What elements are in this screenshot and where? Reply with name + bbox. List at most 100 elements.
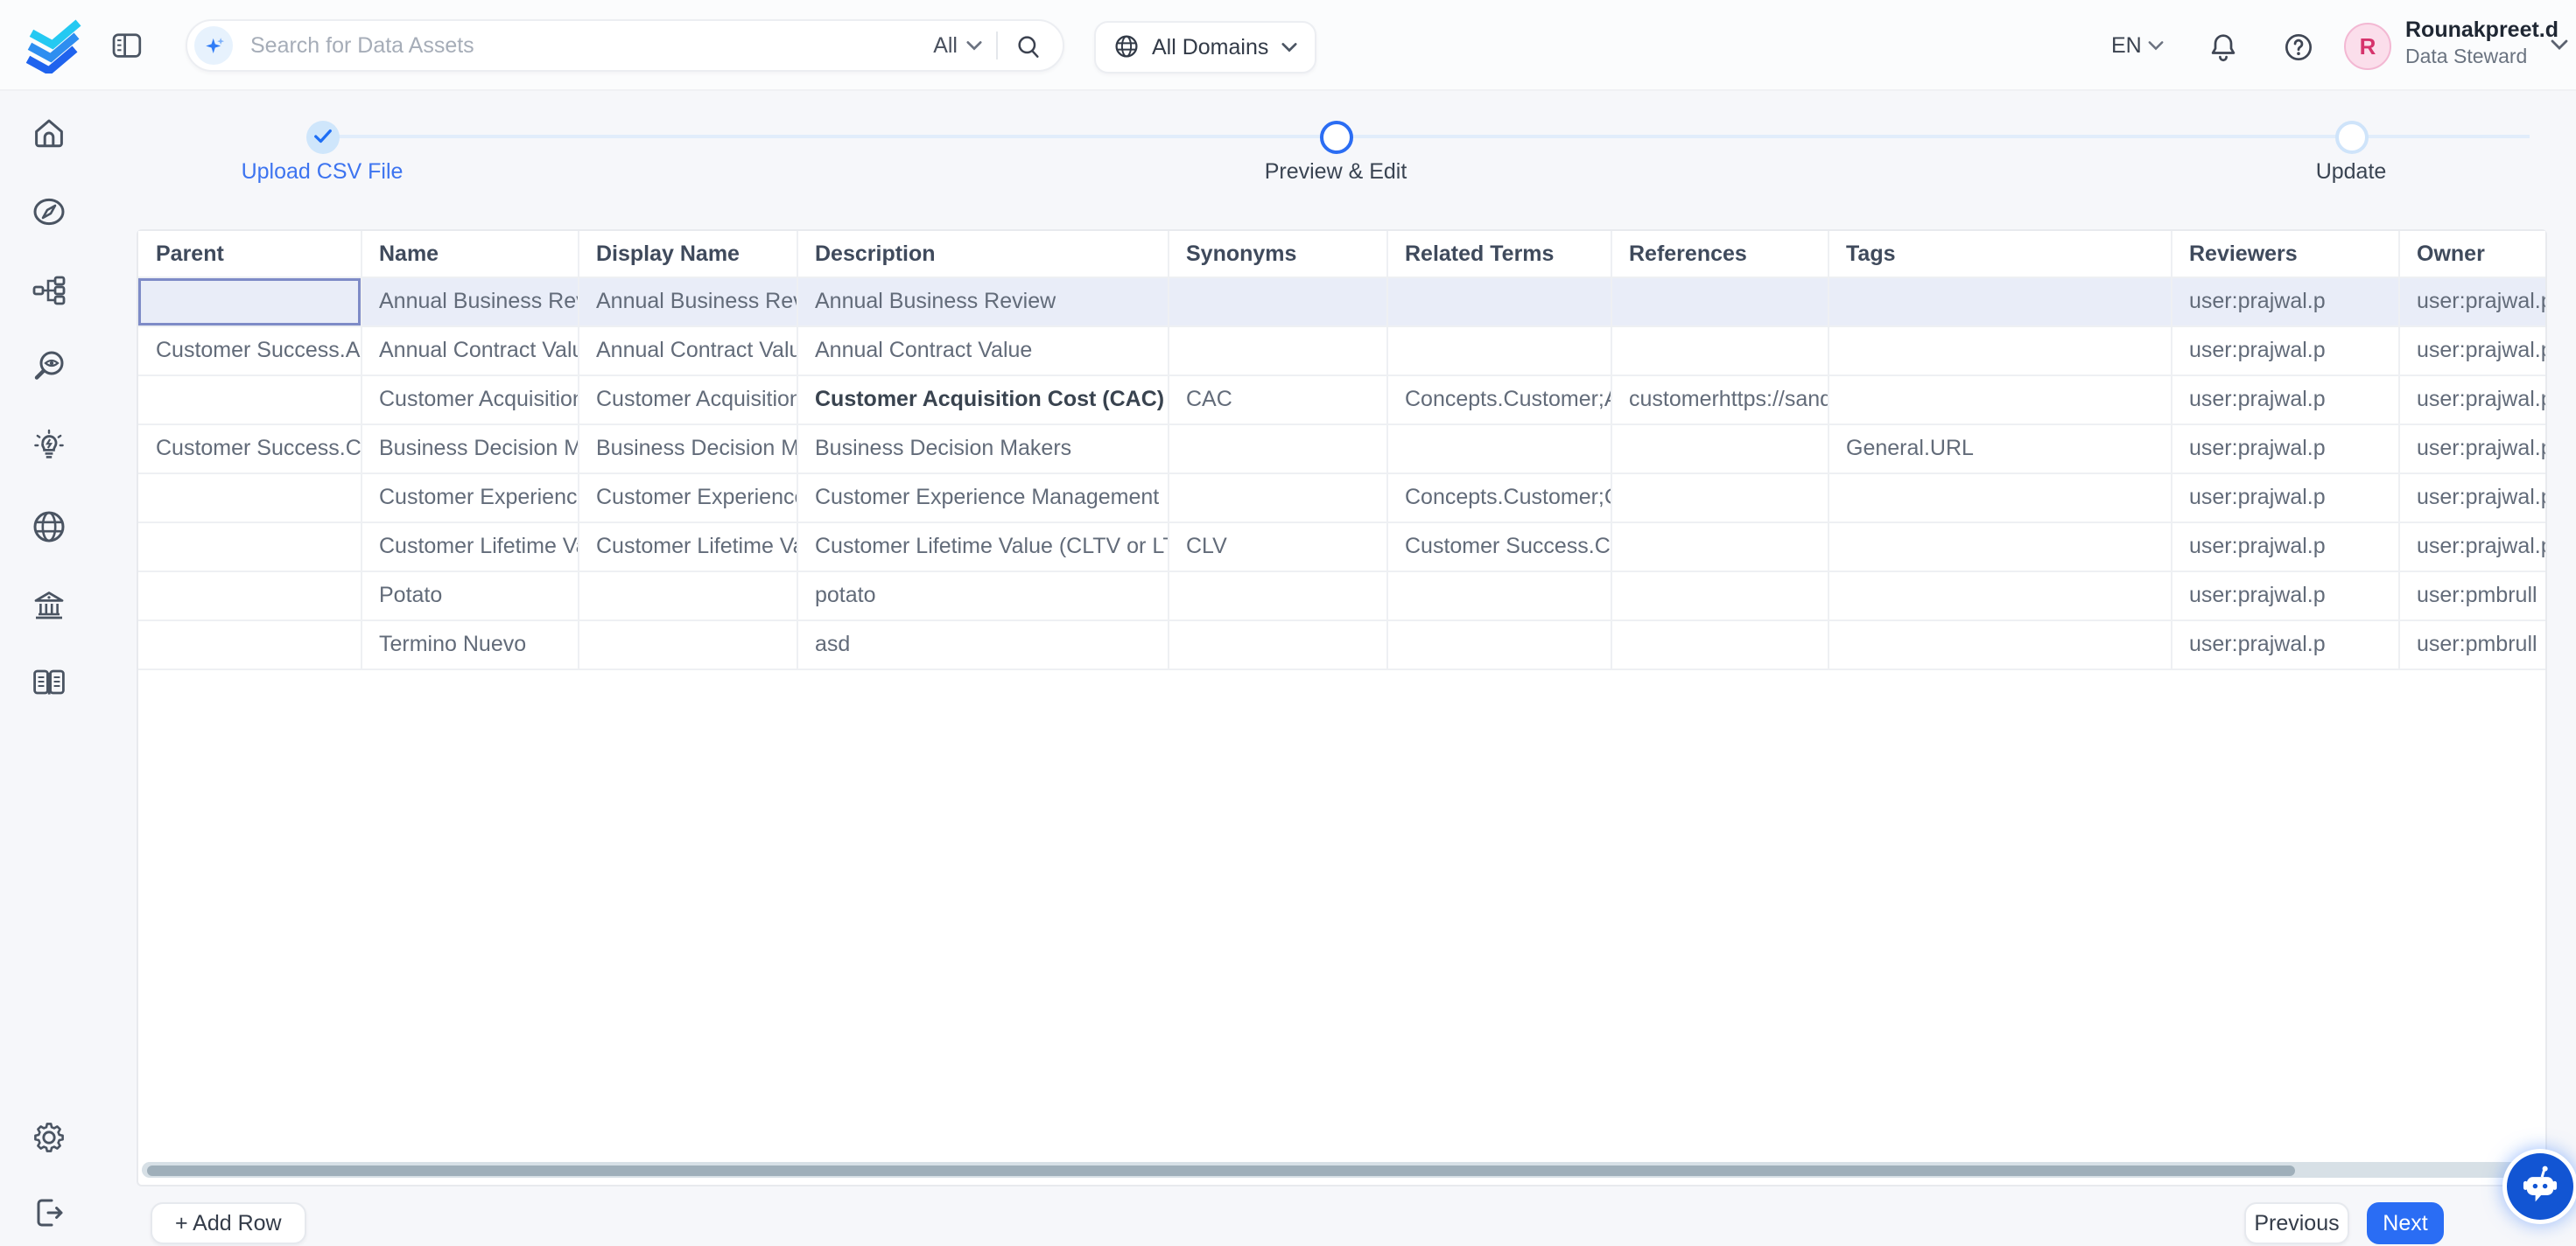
table-cell[interactable] <box>1168 570 1386 620</box>
ai-sparkle-icon[interactable] <box>194 26 233 65</box>
table-cell[interactable] <box>138 570 361 620</box>
table-cell[interactable]: Concepts.Customer;C... <box>1386 472 1611 522</box>
table-cell[interactable] <box>1611 620 1828 668</box>
table-cell[interactable]: Customer Success.An... <box>138 326 361 374</box>
table-cell[interactable]: user:prajwal.p <box>2398 472 2545 522</box>
horizontal-scrollbar-track[interactable] <box>142 1162 2542 1178</box>
table-cell[interactable] <box>138 620 361 668</box>
table-cell[interactable]: Customer Experience ... <box>578 472 797 522</box>
settings-gear-icon[interactable] <box>32 1120 67 1155</box>
table-cell[interactable]: Customer Acquisition ... <box>361 374 578 424</box>
language-selector[interactable]: EN <box>2111 33 2165 58</box>
glossary-book-icon[interactable] <box>32 665 67 700</box>
table-cell[interactable]: user:prajwal.p <box>2171 620 2398 668</box>
table-cell[interactable] <box>1168 326 1386 374</box>
step-preview-label[interactable]: Preview & Edit <box>1213 159 1458 184</box>
table-cell[interactable]: Customer Experience Management <box>797 472 1168 522</box>
search-input[interactable] <box>233 33 919 58</box>
table-cell[interactable]: user:prajwal.p <box>2171 522 2398 570</box>
chatbot-button[interactable] <box>2507 1153 2573 1220</box>
notifications-bell-icon[interactable] <box>2207 32 2239 63</box>
table-cell[interactable] <box>1828 276 2171 326</box>
table-cell[interactable] <box>1828 620 2171 668</box>
table-cell[interactable]: Customer Success.Cu... <box>1386 522 1611 570</box>
user-avatar[interactable]: R <box>2344 22 2391 69</box>
table-cell[interactable]: asd <box>797 620 1168 668</box>
table-cell[interactable]: user:prajwal.p <box>2171 472 2398 522</box>
table-cell[interactable] <box>138 276 361 326</box>
table-cell[interactable]: CAC <box>1168 374 1386 424</box>
step-upload-label[interactable]: Upload CSV File <box>200 159 445 184</box>
help-icon[interactable] <box>2283 32 2314 63</box>
table-cell[interactable] <box>138 374 361 424</box>
table-cell[interactable] <box>1828 374 2171 424</box>
table-cell[interactable] <box>1386 620 1611 668</box>
table-cell[interactable]: Termino Nuevo <box>361 620 578 668</box>
step-upload-indicator[interactable] <box>305 120 339 153</box>
table-cell[interactable]: Potato <box>361 570 578 620</box>
table-cell[interactable] <box>1611 472 1828 522</box>
step-update-indicator[interactable] <box>2334 120 2368 153</box>
table-cell[interactable]: Business Decision Makers <box>797 424 1168 472</box>
table-cell[interactable]: user:pmbrull <box>2398 570 2545 620</box>
table-cell[interactable]: customerhttps://sandb... <box>1611 374 1828 424</box>
add-row-button[interactable]: + Add Row <box>151 1202 306 1244</box>
table-cell[interactable] <box>1168 276 1386 326</box>
table-cell[interactable]: Customer Lifetime Val... <box>578 522 797 570</box>
step-update-label[interactable]: Update <box>2229 159 2474 184</box>
table-cell[interactable]: user:prajwal.p <box>2171 326 2398 374</box>
table-cell[interactable] <box>1611 522 1828 570</box>
table-cell[interactable]: Customer Acquisition ... <box>578 374 797 424</box>
logout-icon[interactable] <box>32 1195 67 1230</box>
table-cell[interactable]: Customer Success.Cu... <box>138 424 361 472</box>
next-button[interactable]: Next <box>2367 1202 2444 1244</box>
table-cell[interactable]: Annual Contract Value <box>361 326 578 374</box>
table-cell[interactable]: user:prajwal.p <box>2171 374 2398 424</box>
table-cell[interactable] <box>1386 570 1611 620</box>
table-cell[interactable] <box>1828 472 2171 522</box>
table-cell[interactable] <box>1611 424 1828 472</box>
horizontal-scrollbar-thumb[interactable] <box>147 1165 2295 1175</box>
table-cell[interactable]: Customer Lifetime Value (CLTV or LTV) i.… <box>797 522 1168 570</box>
user-menu[interactable]: Rounakpreet.d Data Steward <box>2405 18 2558 70</box>
sidebar-toggle-icon[interactable] <box>112 32 142 60</box>
table-cell[interactable]: Business Decision Ma... <box>578 424 797 472</box>
step-preview-indicator[interactable] <box>1319 120 1352 153</box>
table-cell[interactable]: Annual Contract Value ... <box>578 326 797 374</box>
table-cell[interactable] <box>1386 326 1611 374</box>
table-cell[interactable]: user:prajwal.p <box>2398 276 2545 326</box>
table-cell[interactable]: CLV <box>1168 522 1386 570</box>
lineage-flow-icon[interactable] <box>32 273 67 308</box>
governance-bank-icon[interactable] <box>32 588 67 623</box>
table-cell[interactable]: Concepts.Customer;A... <box>1386 374 1611 424</box>
domains-globe-icon[interactable] <box>32 509 67 544</box>
table-cell[interactable] <box>138 522 361 570</box>
table-cell[interactable] <box>578 620 797 668</box>
table-cell[interactable] <box>578 570 797 620</box>
table-cell[interactable]: user:prajwal.p <box>2398 522 2545 570</box>
previous-button[interactable]: Previous <box>2244 1202 2349 1244</box>
table-cell[interactable]: Annual Contract Value <box>797 326 1168 374</box>
table-cell[interactable] <box>1386 424 1611 472</box>
table-cell[interactable] <box>138 472 361 522</box>
domains-dropdown[interactable]: All Domains <box>1094 20 1316 73</box>
search-scope-dropdown[interactable]: All <box>919 33 996 58</box>
table-cell[interactable]: Customer Acquisition Cost (CAC) is a ... <box>797 374 1168 424</box>
table-cell[interactable]: General.URL <box>1828 424 2171 472</box>
table-cell[interactable]: Business Decision Ma... <box>361 424 578 472</box>
table-cell[interactable] <box>1828 326 2171 374</box>
table-cell[interactable] <box>1611 326 1828 374</box>
app-logo-icon[interactable] <box>26 18 82 74</box>
table-cell[interactable]: user:pmbrull <box>2398 620 2545 668</box>
table-cell[interactable] <box>1168 424 1386 472</box>
table-cell[interactable] <box>1611 276 1828 326</box>
observability-icon[interactable] <box>32 350 67 385</box>
home-icon[interactable] <box>32 116 67 150</box>
table-cell[interactable]: user:prajwal.p <box>2171 424 2398 472</box>
table-cell[interactable]: Annual Business Review <box>361 276 578 326</box>
table-cell[interactable] <box>1828 522 2171 570</box>
table-cell[interactable]: Customer Lifetime Value <box>361 522 578 570</box>
table-cell[interactable] <box>1828 570 2171 620</box>
table-cell[interactable]: user:prajwal.p <box>2398 424 2545 472</box>
table-cell[interactable] <box>1168 620 1386 668</box>
